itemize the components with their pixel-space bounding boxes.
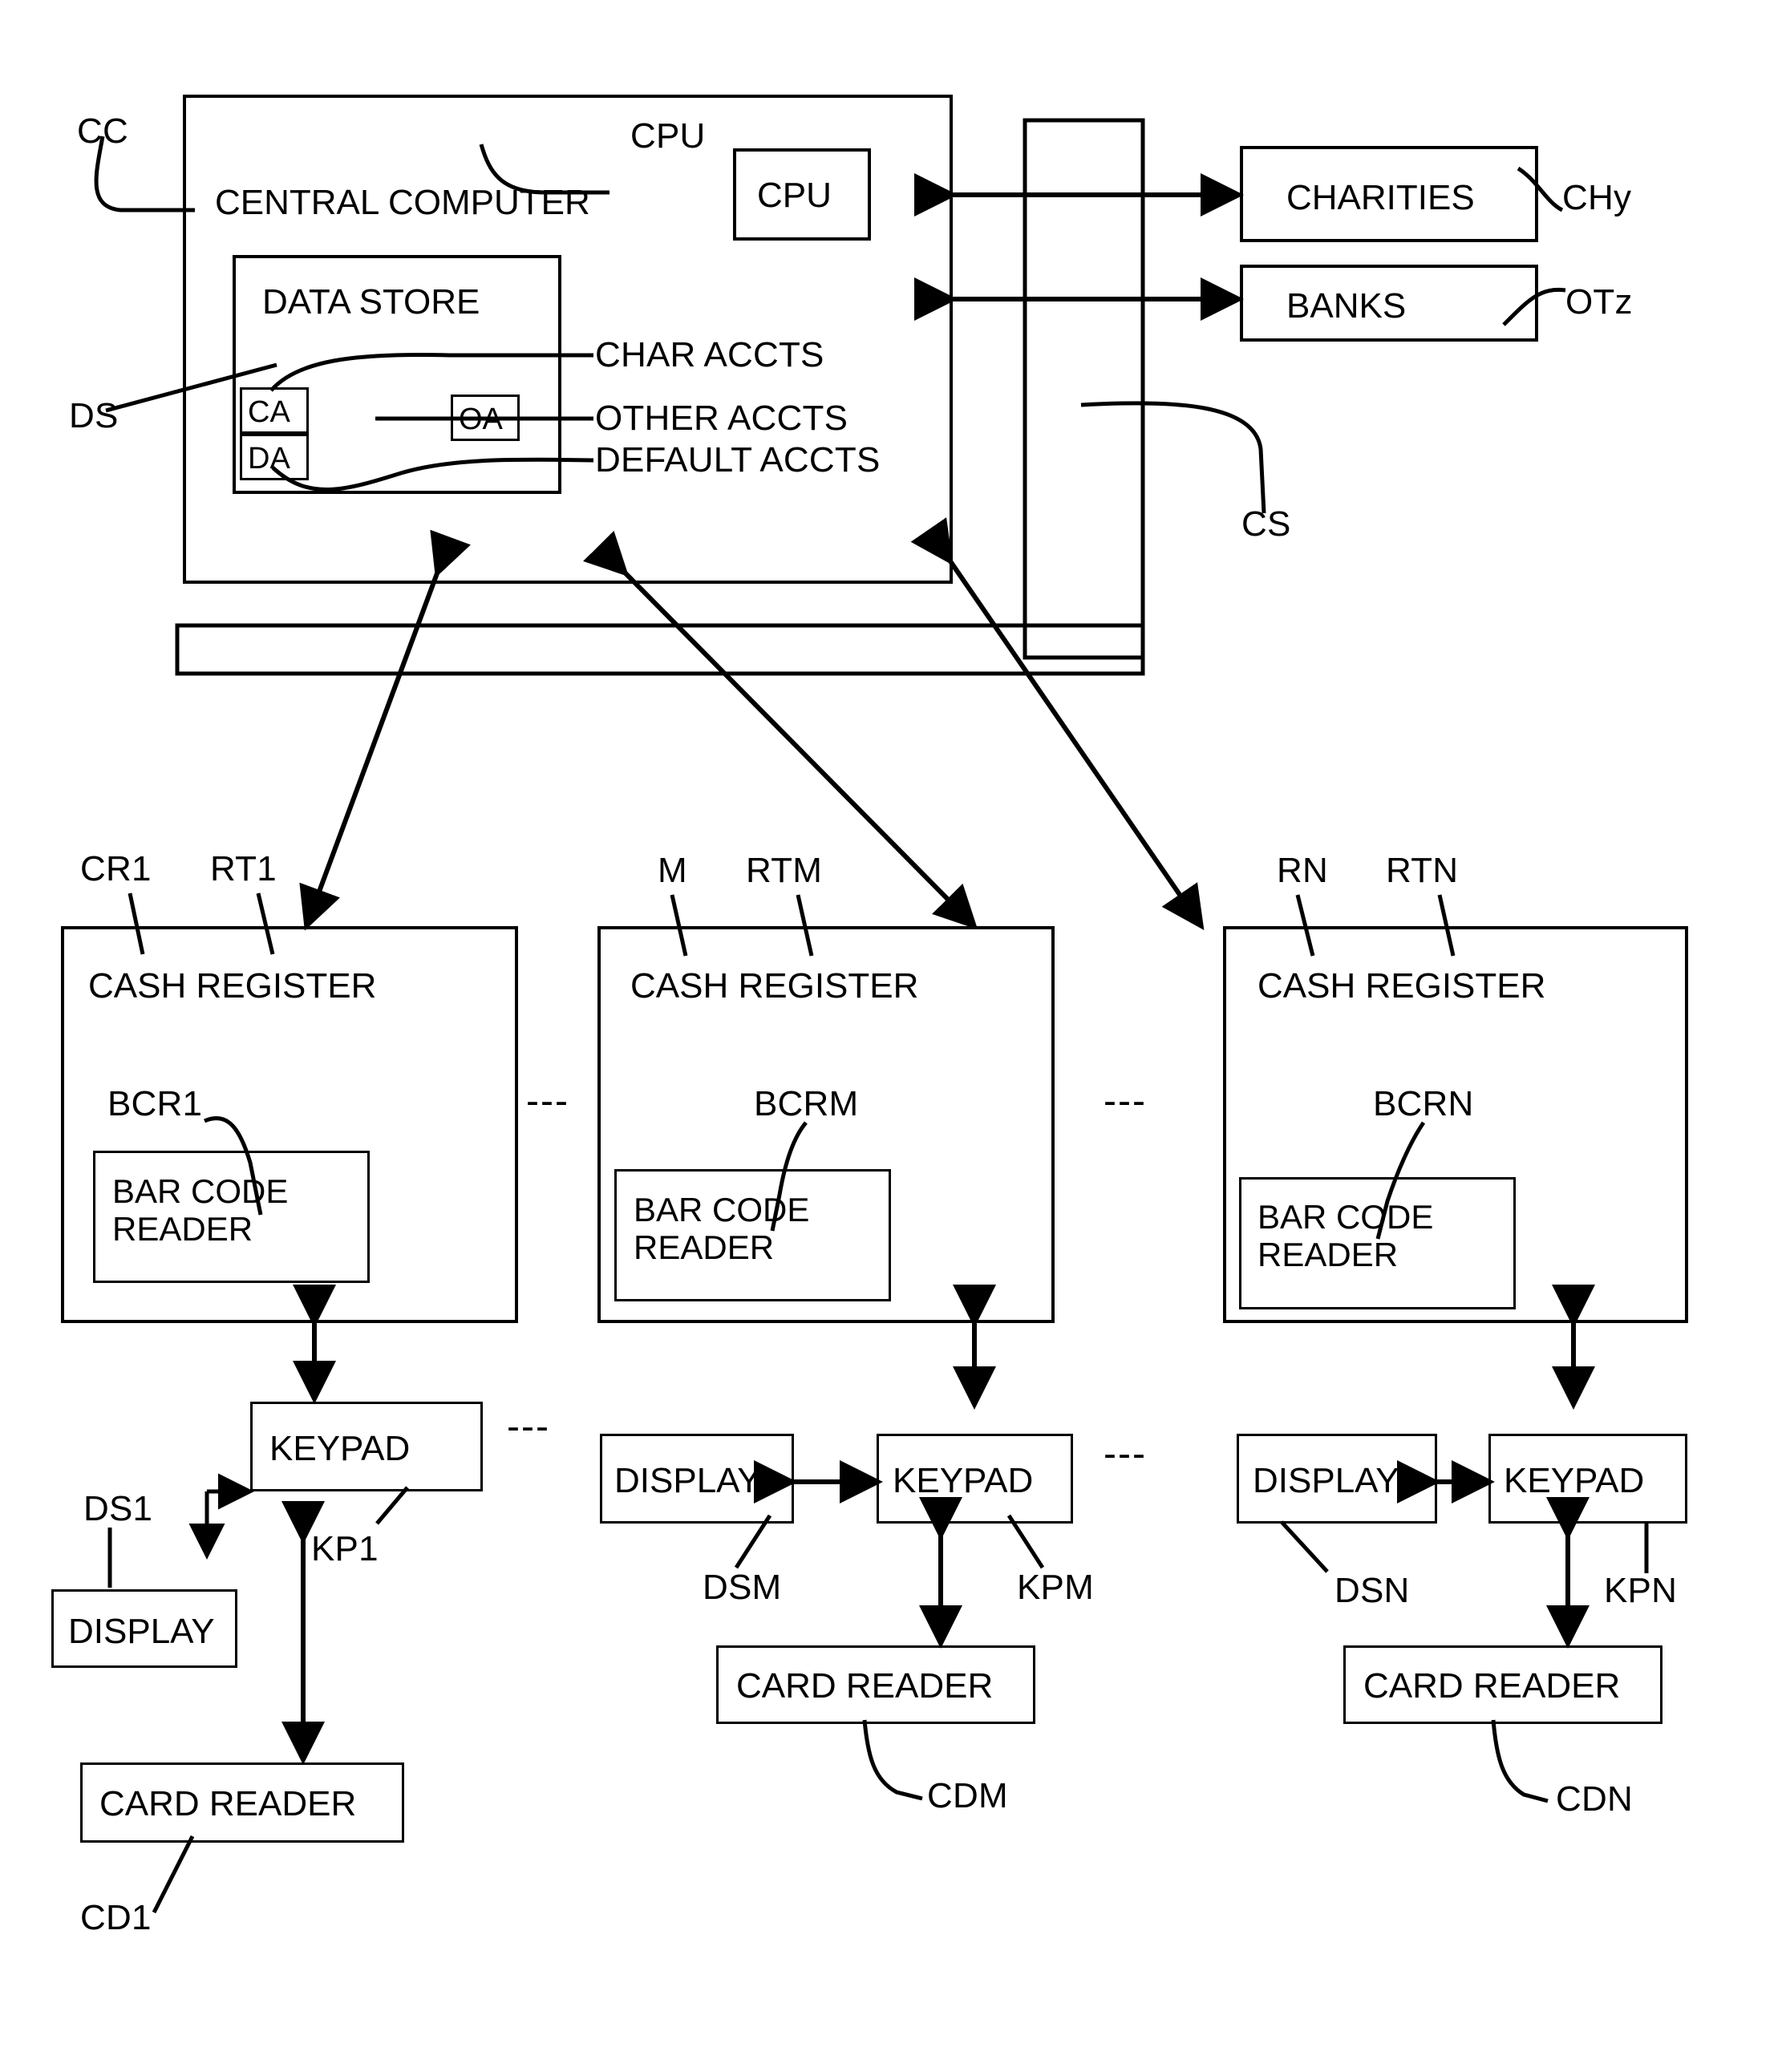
char-accounts-label: CHAR ACCTS [595,335,824,374]
default-accounts-ref: DA [248,442,290,476]
display-1-label: DISPLAY [68,1612,215,1651]
ref-cc: CC [77,111,128,151]
ref-cs: CS [1241,504,1291,544]
ref-kpm: KPM [1017,1568,1094,1607]
ref-bcrn: BCRN [1373,1084,1474,1123]
default-accounts-label: DEFAULT ACCTS [595,440,881,480]
keypad-row-ellipsis-right: --- [1104,1433,1147,1475]
ref-m: M [658,851,687,890]
other-accounts-label: OTHER ACCTS [595,399,848,438]
ref-cd1: CD1 [80,1898,152,1937]
register-row-ellipsis-left: --- [526,1080,569,1123]
bar-code-reader-n-line1: BAR CODE [1257,1198,1434,1236]
cpu-box-label: CPU [757,176,832,215]
data-store-label: DATA STORE [262,282,480,322]
ref-dsm: DSM [703,1568,782,1607]
ref-otz: OTz [1565,282,1633,322]
charities-label: CHARITIES [1286,178,1475,217]
display-n-label: DISPLAY [1253,1461,1399,1500]
card-reader-n-label: CARD READER [1363,1666,1621,1706]
ref-bcr1: BCR1 [107,1084,203,1123]
other-accounts-ref: OA [459,403,503,436]
ref-cdm: CDM [927,1776,1008,1815]
ref-bcrm: BCRM [754,1084,859,1123]
keypad-n-label: KEYPAD [1504,1461,1645,1500]
ref-rtn: RTN [1386,851,1459,890]
patent-figure-canvas: CENTRAL COMPUTER CC CPU CPU DATA STORE D… [0,0,1786,2072]
ref-rt1: RT1 [210,849,277,888]
card-reader-1-label: CARD READER [99,1784,357,1823]
ref-dsn: DSN [1334,1571,1410,1610]
bar-code-reader-1-line1: BAR CODE [112,1172,289,1210]
keypad-m-label: KEYPAD [893,1461,1034,1500]
ref-cdn: CDN [1556,1779,1633,1819]
display-m-label: DISPLAY [614,1461,761,1500]
keypad-1-label: KEYPAD [269,1429,411,1468]
ref-kp1: KP1 [311,1529,379,1568]
bar-code-reader-n-line2: READER [1257,1236,1399,1274]
register-row-ellipsis-right: --- [1104,1080,1147,1123]
bar-code-reader-1-line2: READER [112,1210,253,1248]
cash-register-n-label: CASH REGISTER [1257,966,1546,1006]
cash-register-m-label: CASH REGISTER [630,966,919,1006]
central-computer-label: CENTRAL COMPUTER [215,183,590,222]
char-accounts-ref: CA [248,395,290,429]
ref-kpn: KPN [1604,1571,1678,1610]
cash-register-1-label: CASH REGISTER [88,966,377,1006]
banks-label: BANKS [1286,286,1407,326]
ref-cr1: CR1 [80,849,152,888]
bar-code-reader-m-line2: READER [634,1228,775,1267]
bar-code-reader-m-line1: BAR CODE [634,1191,810,1228]
ref-rtm: RTM [746,851,823,890]
card-reader-m-label: CARD READER [736,1666,994,1706]
ref-ds: DS [69,396,119,435]
ref-rn: RN [1277,851,1328,890]
ref-chy: CHy [1562,178,1632,217]
keypad-row-ellipsis-left: --- [507,1406,550,1448]
ref-cpu: CPU [630,116,706,156]
ref-ds1: DS1 [83,1489,153,1528]
